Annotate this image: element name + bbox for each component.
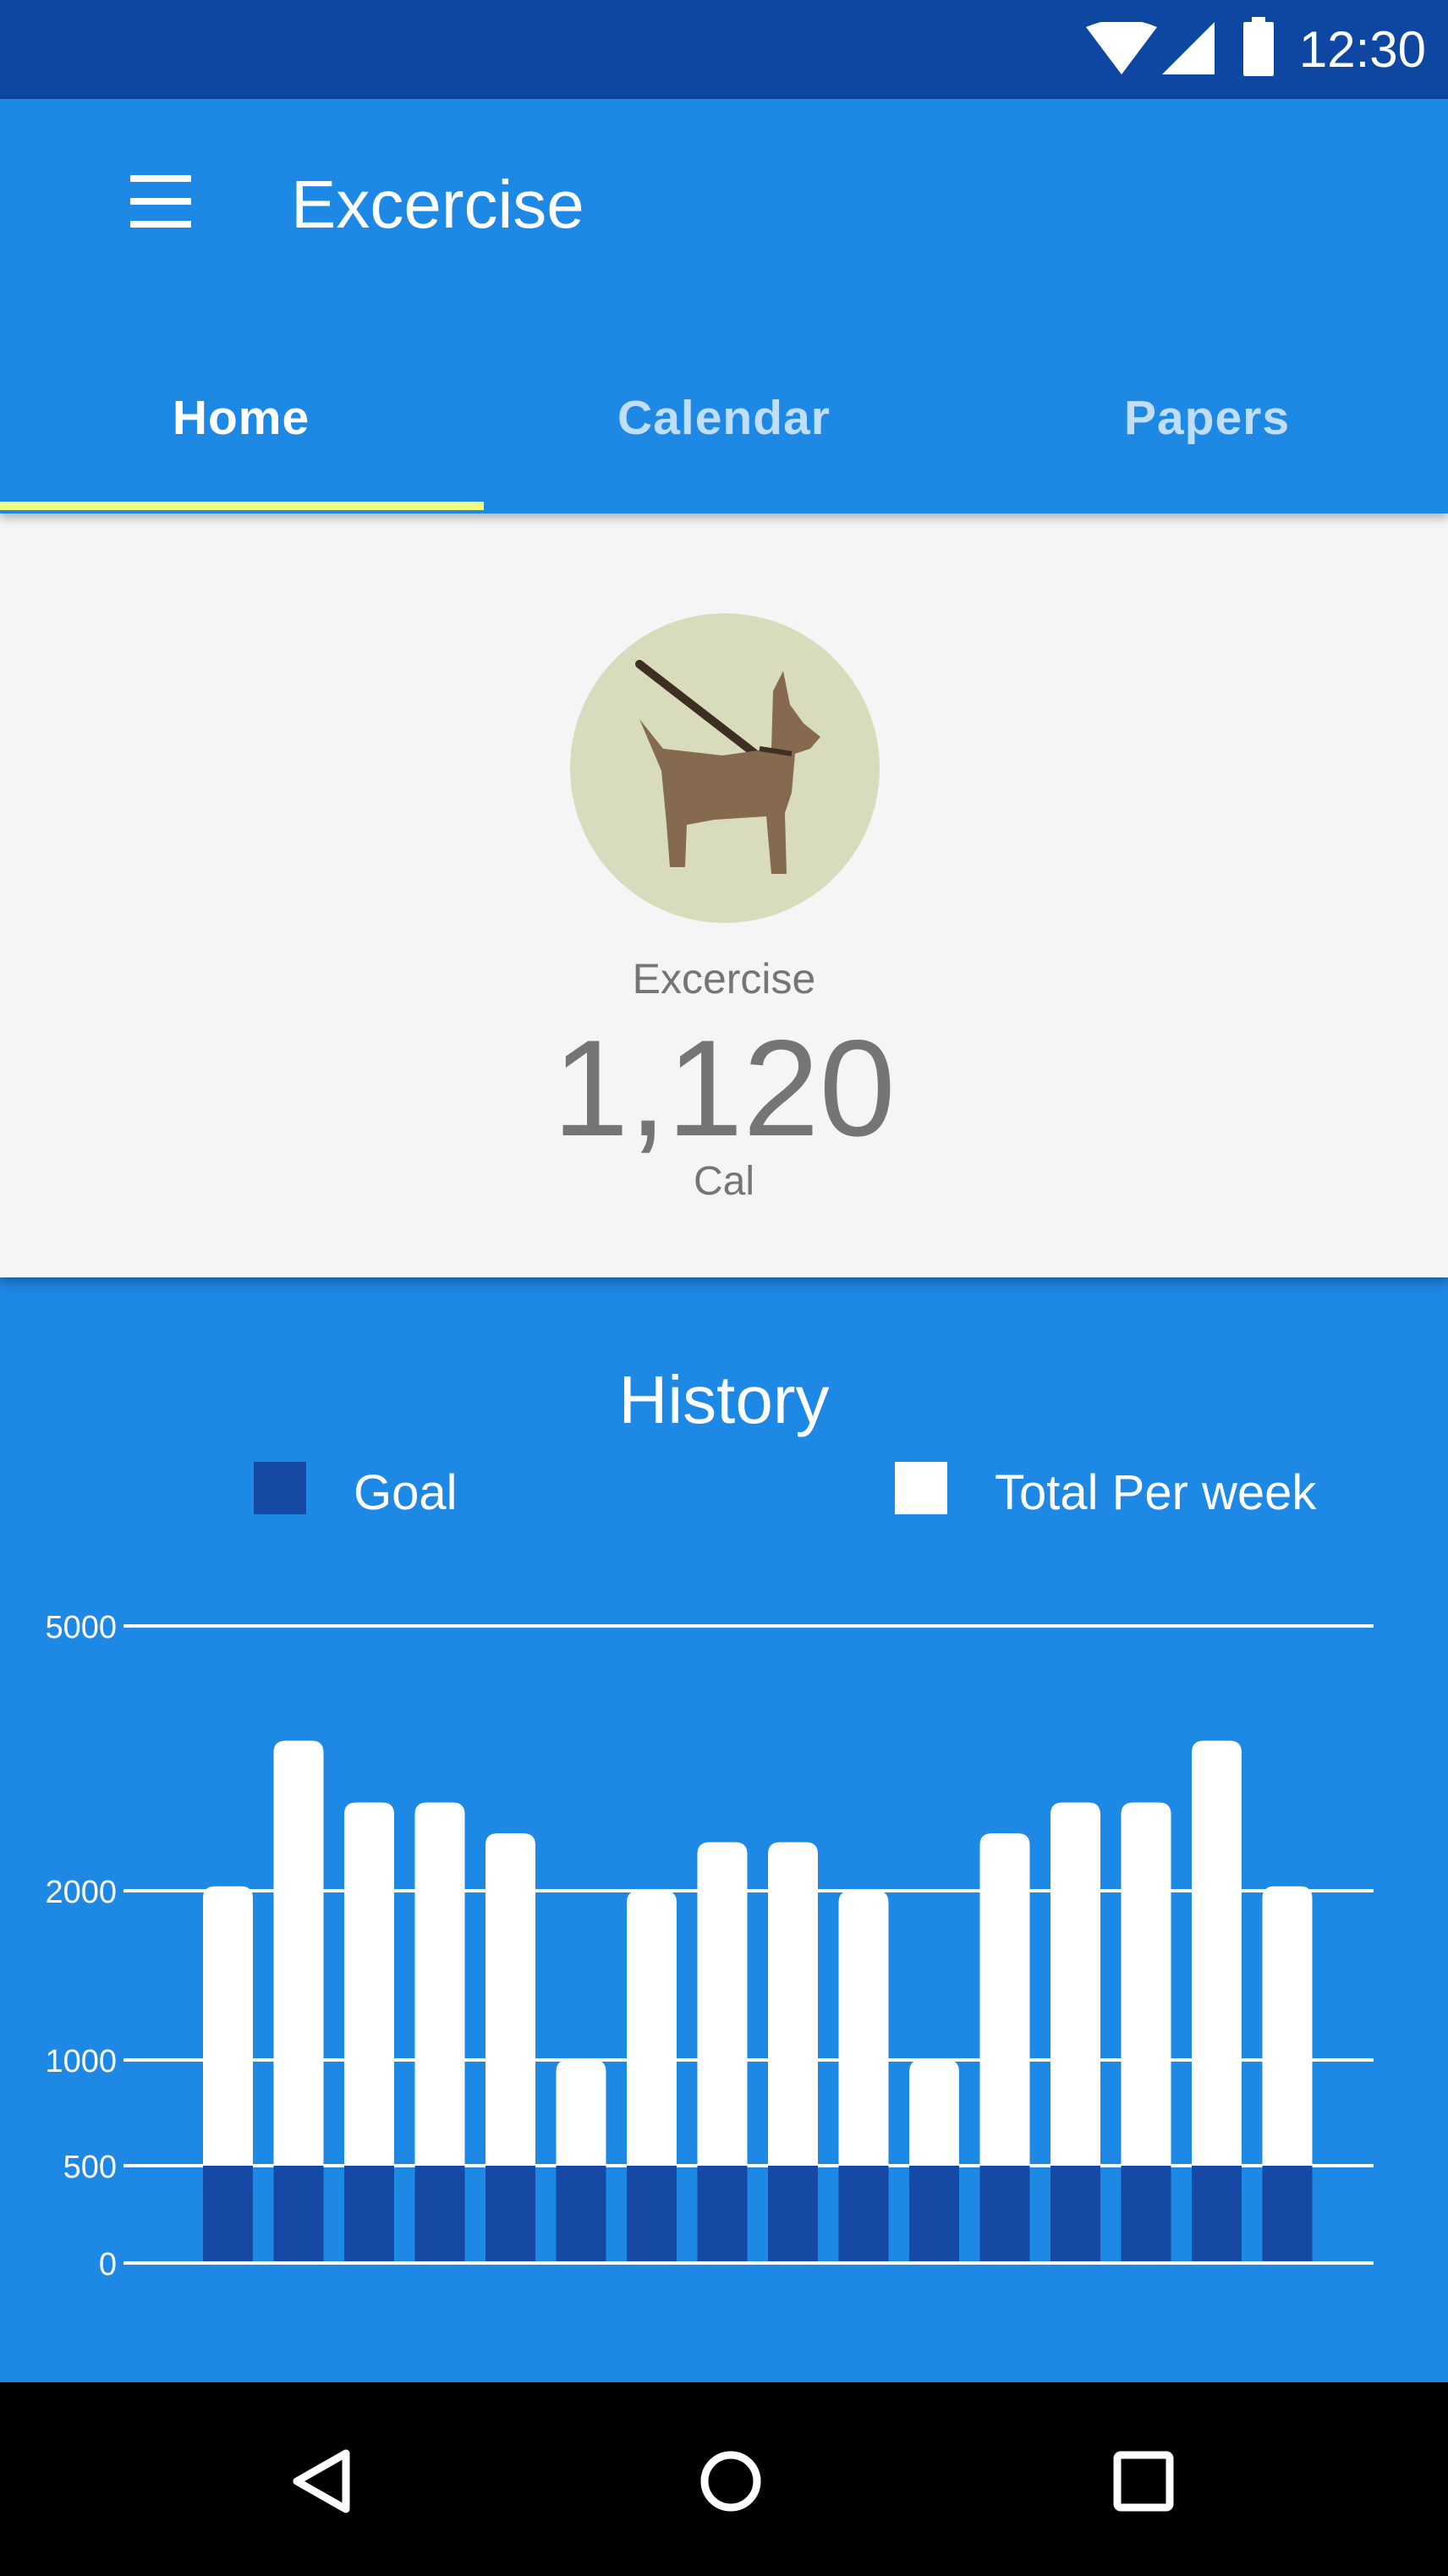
summary-label: Excercise — [632, 955, 816, 1002]
bar-goal — [627, 2166, 677, 2263]
battery-icon — [1243, 17, 1274, 76]
bar-goal — [414, 2166, 465, 2263]
tab-label: Home — [172, 391, 310, 445]
tab-home[interactable]: Home — [0, 378, 484, 510]
legend-label: Goal — [354, 1465, 458, 1520]
tab-calendar[interactable]: Calendar — [483, 378, 965, 510]
bar-goal — [979, 2166, 1030, 2263]
bar-goal — [768, 2166, 818, 2263]
summary-card: Excercise 1,120 Cal — [0, 514, 1448, 1277]
y-tick-label: 5000 — [45, 1610, 117, 1645]
bar-goal — [1262, 2166, 1313, 2263]
bar-goal — [1050, 2166, 1100, 2263]
bar-goal — [909, 2166, 959, 2263]
navigation-bar — [0, 2382, 1448, 2576]
bar-goal — [838, 2166, 889, 2263]
app-bar: Excercise Home Calendar Papers — [0, 99, 1448, 514]
y-tick-label: 500 — [63, 2150, 117, 2185]
bar-goal — [1192, 2166, 1242, 2263]
legend-item-goal: Goal — [254, 1462, 592, 1521]
tab-label: Calendar — [617, 391, 831, 445]
bar-goal — [697, 2166, 748, 2263]
dog-walking-icon — [635, 660, 820, 874]
status-bar: 12:30 — [0, 0, 1448, 99]
menu-line — [130, 175, 191, 182]
legend-item-total: Total Per week — [895, 1462, 1402, 1521]
history-section: History Goal Total Per week 0 500 1000 2000… — [0, 1277, 1448, 2382]
signal-icon — [1162, 22, 1215, 74]
home-icon[interactable] — [684, 2435, 777, 2528]
tab-indicator — [0, 502, 484, 510]
menu-line — [130, 221, 191, 228]
recents-icon[interactable] — [1097, 2435, 1190, 2528]
calorie-unit: Cal — [693, 1159, 755, 1204]
menu-line — [130, 198, 191, 205]
history-bar-chart: 0 500 1000 2000 5000 — [45, 1610, 1374, 2282]
status-time: 12:30 — [1298, 21, 1426, 78]
wifi-icon — [1086, 22, 1157, 74]
bar-goal — [1121, 2166, 1171, 2263]
legend-swatch-total — [895, 1462, 947, 1514]
y-tick-label: 1000 — [45, 2044, 117, 2079]
legend-swatch-goal — [254, 1462, 306, 1514]
tab-label: Papers — [1123, 391, 1291, 445]
bar-goal — [273, 2166, 324, 2263]
y-tick-label: 2000 — [45, 1875, 117, 1910]
bar-goal — [485, 2166, 535, 2263]
legend-label: Total Per week — [995, 1465, 1317, 1520]
bar-goal — [556, 2166, 606, 2263]
y-tick-label: 0 — [99, 2247, 117, 2282]
hamburger-menu-icon[interactable] — [127, 175, 195, 233]
back-icon[interactable] — [275, 2435, 368, 2528]
app-title: Excercise — [291, 167, 584, 242]
bar-goal — [203, 2166, 253, 2263]
tab-papers[interactable]: Papers — [966, 378, 1448, 510]
calorie-value: 1,120 — [552, 1012, 896, 1165]
avatar — [570, 613, 880, 923]
app-screen: 12:30 Excercise Home Calendar Papers Exc… — [0, 0, 1448, 2576]
history-title: History — [618, 1362, 830, 1437]
bar-goal — [344, 2166, 394, 2263]
